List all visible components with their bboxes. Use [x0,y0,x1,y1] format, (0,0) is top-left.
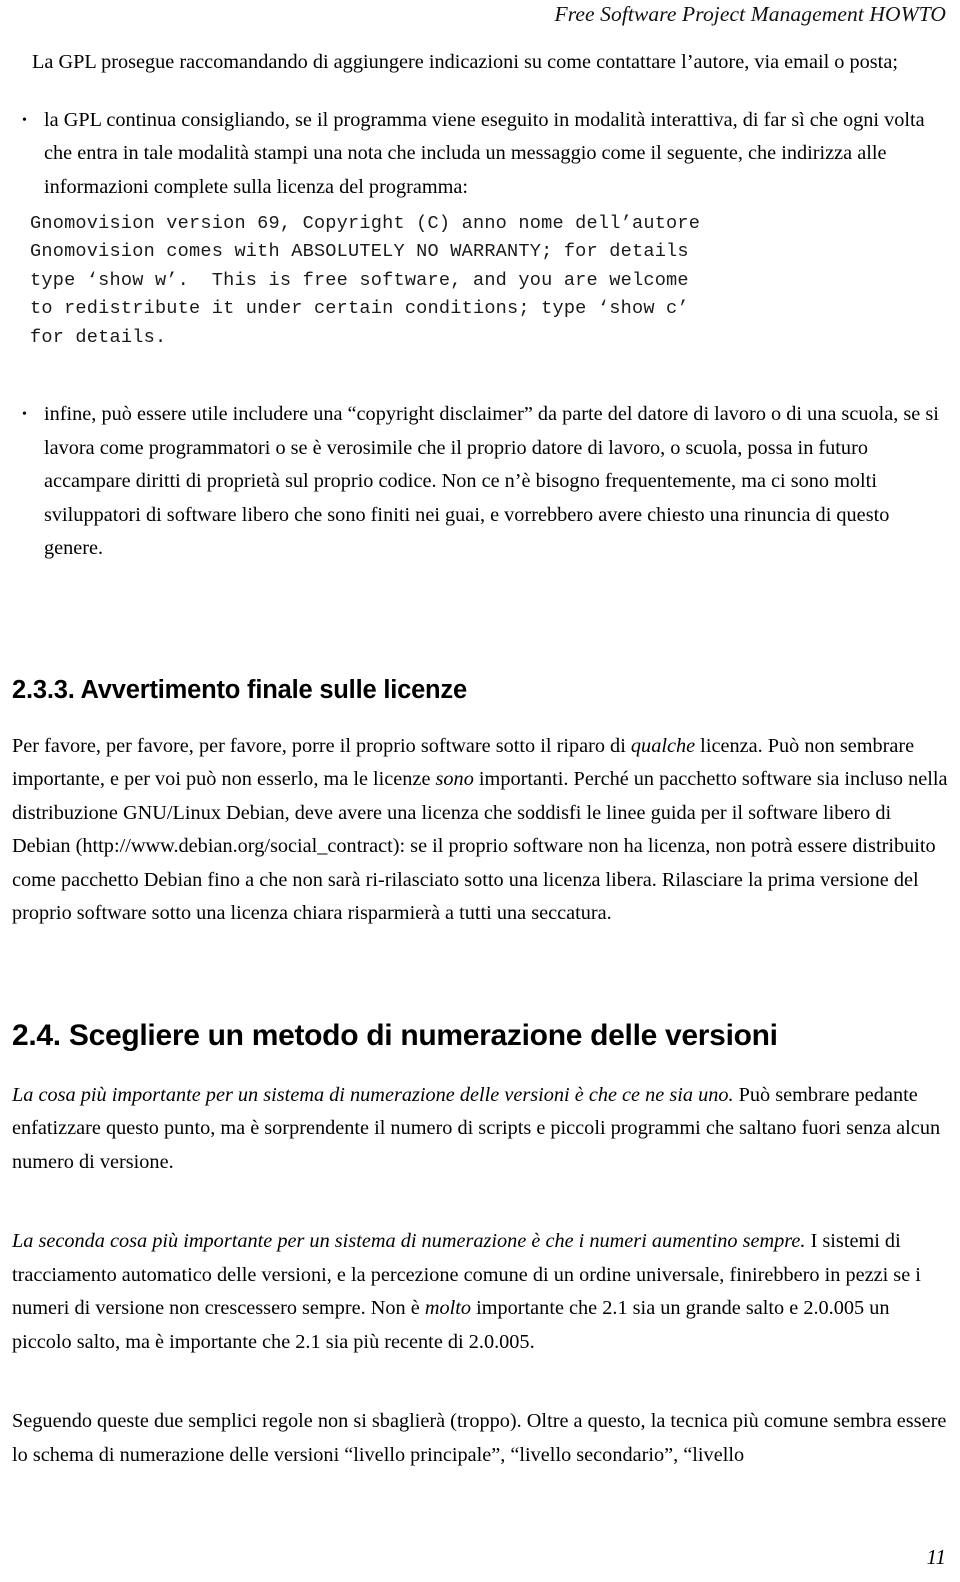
list-item-copyright-disclaimer: • infine, può essere utile includere una… [12,398,948,566]
bullet-icon: • [22,407,27,423]
list-item-interactive-mode: • la GPL continua consigliando, se il pr… [12,104,948,205]
emphasis-molto: molto [424,1297,472,1320]
text-run: Per favore, per favore, per favore, porr… [12,734,631,757]
page-content: La GPL prosegue raccomandando di aggiung… [12,46,948,1472]
list-item-label: la GPL continua consigliando, se il prog… [44,108,925,198]
paragraph-gpl-contact: La GPL prosegue raccomandando di aggiung… [32,51,898,73]
list-item-label: infine, può essere utile includere una “… [44,403,939,560]
emphasis-lead-sentence: La cosa più importante per un sistema di… [12,1083,734,1106]
paragraph-versioning-scheme: Seguendo queste due semplici regole non … [12,1410,947,1466]
text-run: importanti. Perché un pacchetto software… [12,768,948,925]
bullet-icon: • [22,112,27,128]
paragraph-versioning-first-rule: La cosa più importante per un sistema di… [12,1079,948,1180]
section-heading-2-3-3: 2.3.3. Avvertimento finale sulle licenze [12,675,467,704]
paragraph-versioning-second-rule: La seconda cosa più importante per un si… [12,1225,948,1359]
page-number: 11 [926,1545,946,1569]
section-heading-2-4: 2.4. Scegliere un metodo di numerazione … [12,1018,778,1052]
running-head-title: Free Software Project Management HOWTO [554,2,946,26]
code-block-gnomovision-notice: Gnomovision version 69, Copyright (C) an… [30,213,701,348]
emphasis-sono: sono [435,768,474,791]
document-page: Free Software Project Management HOWTO L… [0,0,960,1582]
emphasis-qualche: qualche [630,734,696,757]
paragraph-licenses-warning: Per favore, per favore, per favore, porr… [12,730,948,931]
emphasis-lead-sentence: La seconda cosa più importante per un si… [12,1230,806,1253]
